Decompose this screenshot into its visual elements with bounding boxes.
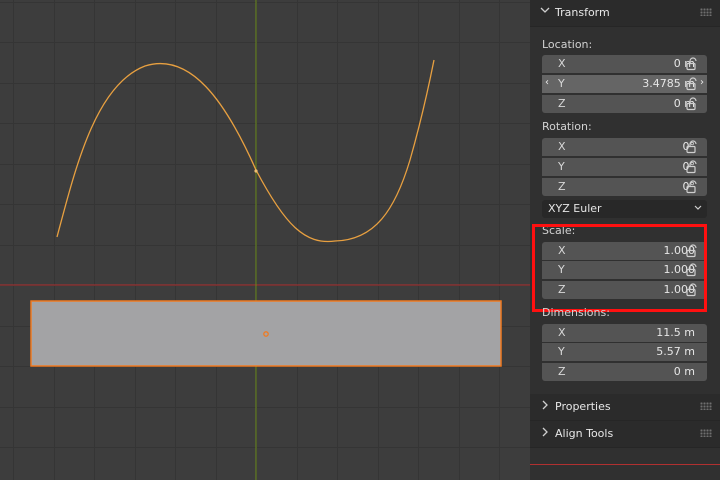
- drag-grip-icon[interactable]: [700, 429, 712, 437]
- unlock-icon[interactable]: [685, 160, 699, 174]
- transform-panel-header[interactable]: Transform: [530, 0, 720, 27]
- grid: [0, 0, 530, 480]
- rotation-mode-dropdown[interactable]: XYZ Euler: [542, 200, 707, 218]
- axis-label: X: [558, 326, 566, 339]
- rotation-y-field[interactable]: Y 0°: [542, 158, 707, 176]
- axis-label: Y: [558, 160, 565, 173]
- unlock-icon[interactable]: [685, 140, 699, 154]
- x-axis-line-continuation: [530, 464, 720, 465]
- rotation-label: Rotation:: [542, 120, 592, 133]
- align-tools-title: Align Tools: [555, 427, 614, 440]
- align-tools-panel-header[interactable]: Align Tools: [530, 421, 720, 448]
- plane-object[interactable]: [30, 300, 502, 367]
- drag-grip-icon[interactable]: [700, 8, 712, 16]
- axis-label: Z: [558, 180, 566, 193]
- location-x-field[interactable]: X 0 m: [542, 55, 707, 73]
- location-y-field[interactable]: ‹ Y 3.4785 m ›: [542, 75, 707, 93]
- chevron-down-icon: [693, 201, 703, 218]
- rotation-x-field[interactable]: X 0°: [542, 138, 707, 156]
- axis-label: X: [558, 57, 566, 70]
- transform-title: Transform: [555, 6, 610, 19]
- 3d-viewport[interactable]: [0, 0, 530, 480]
- value: 5.57 m: [656, 345, 695, 358]
- value: 0 m: [673, 365, 695, 378]
- chevron-right-icon: [540, 399, 552, 413]
- properties-title: Properties: [555, 400, 611, 413]
- chevron-down-icon: [540, 5, 552, 19]
- axis-label: Y: [558, 77, 565, 90]
- unlock-icon[interactable]: [685, 97, 699, 111]
- properties-panel-header[interactable]: Properties: [530, 394, 720, 421]
- dimensions-x-field[interactable]: X 11.5 m: [542, 324, 707, 342]
- chevron-right-icon: [540, 426, 552, 440]
- axis-label: Z: [558, 365, 566, 378]
- location-z-field[interactable]: Z 0 m: [542, 95, 707, 113]
- axis-label: X: [558, 140, 566, 153]
- curve-origin-point[interactable]: [254, 169, 258, 173]
- axis-label: Y: [558, 345, 565, 358]
- dimensions-z-field[interactable]: Z 0 m: [542, 363, 707, 381]
- bezier-curve[interactable]: [56, 59, 435, 243]
- scale-highlight-box: [532, 224, 707, 312]
- location-label: Location:: [542, 38, 593, 51]
- increment-arrow-icon[interactable]: ›: [700, 77, 704, 88]
- unlock-icon[interactable]: [685, 180, 699, 194]
- dimensions-label: Dimensions:: [542, 306, 610, 319]
- value: 11.5 m: [656, 326, 695, 339]
- decrement-arrow-icon[interactable]: ‹: [545, 77, 549, 88]
- sidebar-panel: Transform Location: X 0 m ‹ Y 3.4785 m ›…: [530, 0, 720, 480]
- rotation-z-field[interactable]: Z 0°: [542, 178, 707, 196]
- dimensions-y-field[interactable]: Y 5.57 m: [542, 343, 707, 361]
- viewport-canvas[interactable]: [0, 0, 530, 480]
- unlock-icon[interactable]: [685, 57, 699, 71]
- rotation-mode-value: XYZ Euler: [548, 202, 602, 215]
- axis-label: Z: [558, 97, 566, 110]
- unlock-icon[interactable]: [685, 77, 699, 91]
- drag-grip-icon[interactable]: [700, 402, 712, 410]
